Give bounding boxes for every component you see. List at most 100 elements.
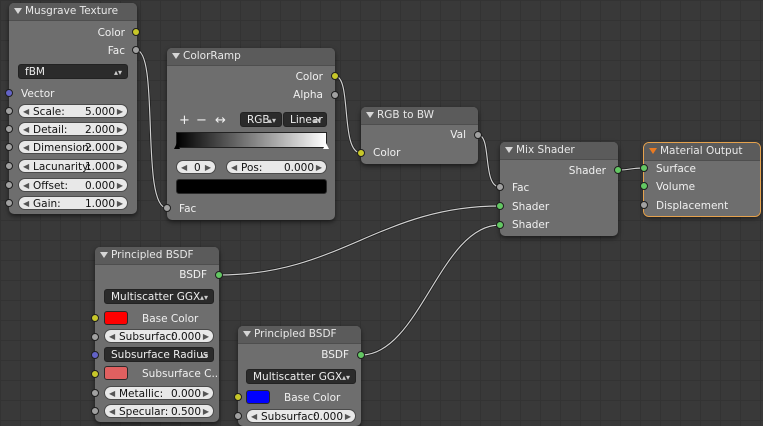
output-surface-input-socket[interactable] [640,164,648,172]
base-color-swatch[interactable] [104,311,128,325]
musgrave-gain-input-socket[interactable] [5,199,13,207]
stop-index-field[interactable]: ◀ 0 ▶ [176,160,216,174]
bsdf1-base-color-input-socket[interactable] [91,314,99,322]
rgbtobw-val-output-socket[interactable] [474,131,482,139]
musgrave-scale-input-socket[interactable] [5,107,13,115]
musgrave-color-output-socket[interactable] [132,28,140,36]
flip-ramp-button[interactable]: ↔ [215,114,226,128]
mixshader-node-header[interactable]: Mix Shader [500,142,618,160]
mixshader-fac-input-socket[interactable] [496,183,504,191]
musgrave-vector-input-socket[interactable] [5,89,13,97]
right-arrow-icon[interactable]: ▶ [117,123,123,137]
specular-field[interactable]: ◀ Specular: 0.500 ▶ [104,404,214,418]
left-arrow-icon[interactable]: ◀ [181,161,187,175]
collapse-triangle-icon[interactable] [243,331,251,337]
bsdf2-subsurface-input-socket[interactable] [234,412,242,420]
stop-position-field[interactable]: ◀ Pos: 0.000 ▶ [226,160,327,174]
offset-field[interactable]: ◀ Offset: 0.000 ▶ [18,178,128,192]
right-arrow-icon[interactable]: ▶ [203,405,209,419]
mixshader-shader2-input-socket[interactable] [496,221,504,229]
right-arrow-icon[interactable]: ▶ [117,141,123,155]
remove-stop-button[interactable]: − [196,114,207,128]
ramp-stop-white-handle[interactable] [323,143,329,149]
bsdf2-node-header[interactable]: Principled BSDF [238,326,361,344]
collapse-triangle-icon[interactable] [505,147,513,153]
left-arrow-icon[interactable]: ◀ [23,123,29,137]
gain-field[interactable]: ◀ Gain: 1.000 ▶ [18,196,128,210]
detail-field[interactable]: ◀ Detail: 2.000 ▶ [18,122,128,136]
colorramp-color-output-socket[interactable] [331,72,339,80]
left-arrow-icon[interactable]: ◀ [23,105,29,119]
colorramp-fac-input-socket[interactable] [163,204,171,212]
left-arrow-icon[interactable]: ◀ [231,161,237,175]
bsdf1-specular-input-socket[interactable] [91,407,99,415]
musgrave-texture-node[interactable]: Musgrave Texture Color Fac fBM ▴▾ Vector … [9,3,137,214]
colorramp-node-header[interactable]: ColorRamp [167,48,335,66]
collapse-triangle-icon[interactable] [100,252,108,258]
musgrave-offset-input-socket[interactable] [5,181,13,189]
distribution-select[interactable]: Multiscatter GGX ▴▾ [246,369,356,384]
bsdf1-output-socket[interactable] [215,271,223,279]
mixshader-shader-output-socket[interactable] [614,166,622,174]
left-arrow-icon[interactable]: ◀ [109,405,115,419]
stop-color-swatch[interactable] [176,179,327,194]
ramp-stop-black-handle[interactable] [174,143,180,149]
right-arrow-icon[interactable]: ▶ [117,179,123,193]
bsdf1-subsurface-radius-input-socket[interactable] [91,351,99,359]
bsdf1-subsurface-input-socket[interactable] [91,333,99,341]
material-output-node[interactable]: Material Output Surface Volume Displacem… [643,142,761,217]
distribution-select[interactable]: Multiscatter GGX ▴▾ [104,289,214,304]
bsdf1-subsurface-color-input-socket[interactable] [91,370,99,378]
color-mode-select[interactable]: RGB ▴▾ [240,112,282,127]
collapse-triangle-icon[interactable] [172,53,180,59]
mixshader-shader1-input-socket[interactable] [496,202,504,210]
subsurface-field[interactable]: ◀ Subsurfac: 0.000 ▶ [246,409,356,423]
subsurface-method-select[interactable]: Subsurface Radius ▴▾ [104,347,214,362]
right-arrow-icon[interactable]: ▶ [203,330,209,344]
musgrave-node-header[interactable]: Musgrave Texture [9,3,137,21]
right-arrow-icon[interactable]: ▶ [316,161,322,175]
musgrave-lacunarity-input-socket[interactable] [5,162,13,170]
subsurface-field[interactable]: ◀ Subsurfac: 0.000 ▶ [104,329,214,343]
musgrave-dimension-input-socket[interactable] [5,143,13,151]
output-node-header[interactable]: Material Output [644,143,760,161]
color-ramp-gradient[interactable] [176,132,327,148]
output-volume-input-socket[interactable] [640,182,648,190]
right-arrow-icon[interactable]: ▶ [345,410,351,424]
rgb-to-bw-node[interactable]: RGB to BW Val Color [361,107,478,164]
left-arrow-icon[interactable]: ◀ [23,179,29,193]
left-arrow-icon[interactable]: ◀ [109,330,115,344]
bsdf2-output-socket[interactable] [357,351,365,359]
left-arrow-icon[interactable]: ◀ [23,197,29,211]
metallic-field[interactable]: ◀ Metallic: 0.000 ▶ [104,386,214,400]
left-arrow-icon[interactable]: ◀ [23,160,29,174]
collapse-triangle-icon[interactable] [649,148,657,154]
output-displacement-input-socket[interactable] [640,201,648,209]
left-arrow-icon[interactable]: ◀ [251,410,257,424]
right-arrow-icon[interactable]: ▶ [117,160,123,174]
colorramp-alpha-output-socket[interactable] [331,91,339,99]
collapse-triangle-icon[interactable] [366,112,374,118]
bsdf1-metallic-input-socket[interactable] [91,389,99,397]
add-stop-button[interactable]: + [179,114,190,128]
left-arrow-icon[interactable]: ◀ [109,387,115,401]
collapse-triangle-icon[interactable] [14,8,22,14]
right-arrow-icon[interactable]: ▶ [117,197,123,211]
right-arrow-icon[interactable]: ▶ [117,105,123,119]
base-color-swatch[interactable] [246,390,270,404]
lacunarity-field[interactable]: ◀ Lacunarity: 1.000 ▶ [18,159,128,173]
bsdf1-node-header[interactable]: Principled BSDF [95,247,219,265]
right-arrow-icon[interactable]: ▶ [203,387,209,401]
bsdf2-base-color-input-socket[interactable] [234,393,242,401]
right-arrow-icon[interactable]: ▶ [205,161,211,175]
musgrave-detail-input-socket[interactable] [5,125,13,133]
subsurface-color-swatch[interactable] [104,366,128,380]
musgrave-type-select[interactable]: fBM ▴▾ [18,64,128,79]
principled-bsdf-node-2[interactable]: Principled BSDF BSDF Multiscatter GGX ▴▾ … [238,326,361,426]
left-arrow-icon[interactable]: ◀ [23,141,29,155]
rgbtobw-node-header[interactable]: RGB to BW [361,107,478,125]
mix-shader-node[interactable]: Mix Shader Shader Fac Shader Shader [500,142,618,236]
dimension-field[interactable]: ◀ Dimension: 2.000 ▶ [18,140,128,154]
interpolation-select[interactable]: Linear ▴▾ [283,112,327,127]
principled-bsdf-node-1[interactable]: Principled BSDF BSDF Multiscatter GGX ▴▾ … [95,247,219,422]
